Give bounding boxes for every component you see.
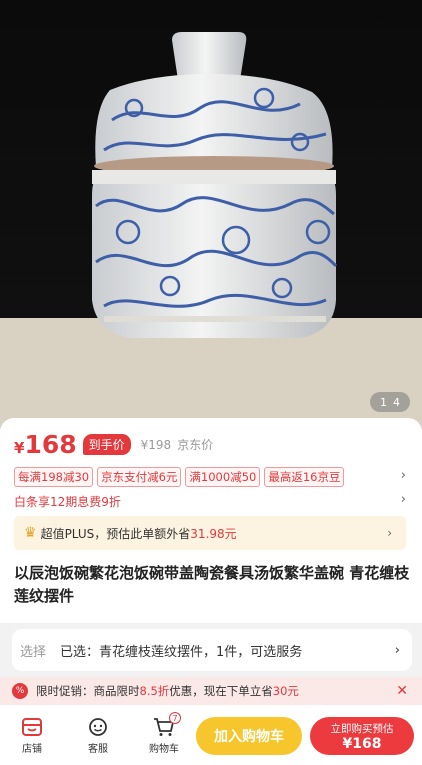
promo-text-2: 优惠，现在下单立省 xyxy=(169,684,273,698)
product-image[interactable]: 1 4 xyxy=(0,0,422,430)
baitiao-chevron-icon[interactable]: › xyxy=(401,492,406,507)
crown-icon: ♛ xyxy=(24,525,37,541)
price-row: ¥ 168 到手价 ¥198 京东价 xyxy=(14,430,213,459)
porcelain-jar-image xyxy=(0,32,422,430)
promo-save: 30元 xyxy=(272,684,299,698)
service-label: 客服 xyxy=(88,744,108,755)
promo-text-1: 限时促销：商品限时 xyxy=(36,684,140,698)
buy-now-price: ¥168 xyxy=(342,735,382,752)
original-price-label: 京东价 xyxy=(177,438,214,452)
cart-icon-wrap: 7 xyxy=(153,712,181,737)
plus-amount: 31.98元 xyxy=(190,526,237,541)
chat-icon xyxy=(89,718,107,736)
product-info-card: ¥ 168 到手价 ¥198 京东价 每满198减30 京东支付减6元 满100… xyxy=(0,418,422,623)
bottom-action-bar: 店铺 客服 7 购物车 加入购物车 立即购买预估 ¥168 xyxy=(0,705,422,765)
coupon-tag[interactable]: 每满198减30 xyxy=(14,467,94,487)
promo-discount: 8.5折 xyxy=(139,684,170,698)
chevron-right-icon: › xyxy=(387,526,392,540)
cart-label: 购物车 xyxy=(149,744,179,755)
coupons-chevron-icon[interactable]: › xyxy=(401,468,406,483)
buy-now-button[interactable]: 立即购买预估 ¥168 xyxy=(310,717,414,755)
store-icon xyxy=(22,718,42,736)
plus-savings-banner[interactable]: ♛ 超值PLUS，预估此单额外省 31.98元 › xyxy=(14,516,406,550)
plus-text: 超值PLUS，预估此单额外省 xyxy=(40,526,191,541)
store-label: 店铺 xyxy=(22,744,42,755)
store-button[interactable]: 店铺 xyxy=(12,717,52,755)
gallery-total: 4 xyxy=(393,395,400,409)
spec-selector-label: 选择 xyxy=(20,644,47,660)
coupon-tag[interactable]: 最高返16京豆 xyxy=(264,467,345,487)
coupon-list[interactable]: 每满198减30 京东支付减6元 满1000减50 最高返16京豆 xyxy=(14,467,345,487)
spec-selector[interactable]: 选择 已选：青花缠枝莲纹摆件，1件，可选服务 › xyxy=(12,629,412,671)
price-currency: ¥ xyxy=(14,439,25,457)
customer-service-button[interactable]: 客服 xyxy=(78,717,118,755)
discount-icon: % xyxy=(12,683,28,699)
gallery-page-indicator: 1 4 xyxy=(370,392,410,412)
baitiao-installment[interactable]: 白条享12期息费9折 xyxy=(14,493,121,510)
coupon-tag[interactable]: 满1000减50 xyxy=(185,467,261,487)
limited-promo-bar: % 限时促销：商品限时 8.5折 优惠，现在下单立省 30元 ✕ xyxy=(0,677,422,705)
cart-button[interactable]: 7 购物车 xyxy=(144,712,184,755)
gallery-current: 1 xyxy=(380,395,387,409)
price-value: 168 xyxy=(24,430,77,459)
final-price-tag: 到手价 xyxy=(82,434,131,455)
buy-now-label: 立即购买预估 xyxy=(330,722,394,735)
coupon-tag[interactable]: 京东支付减6元 xyxy=(97,467,182,487)
cart-count-badge: 7 xyxy=(169,712,181,724)
add-to-cart-button[interactable]: 加入购物车 xyxy=(196,717,302,755)
chevron-right-icon: › xyxy=(394,642,400,658)
close-icon[interactable]: ✕ xyxy=(396,683,408,699)
product-title: 以辰泡饭碗繁花泡饭碗带盖陶瓷餐具汤饭繁华盖碗 青花缠枝莲纹摆件 xyxy=(14,564,410,605)
spec-selector-value: 已选：青花缠枝莲纹摆件，1件，可选服务 xyxy=(60,644,303,660)
original-price: ¥198 xyxy=(140,438,172,452)
